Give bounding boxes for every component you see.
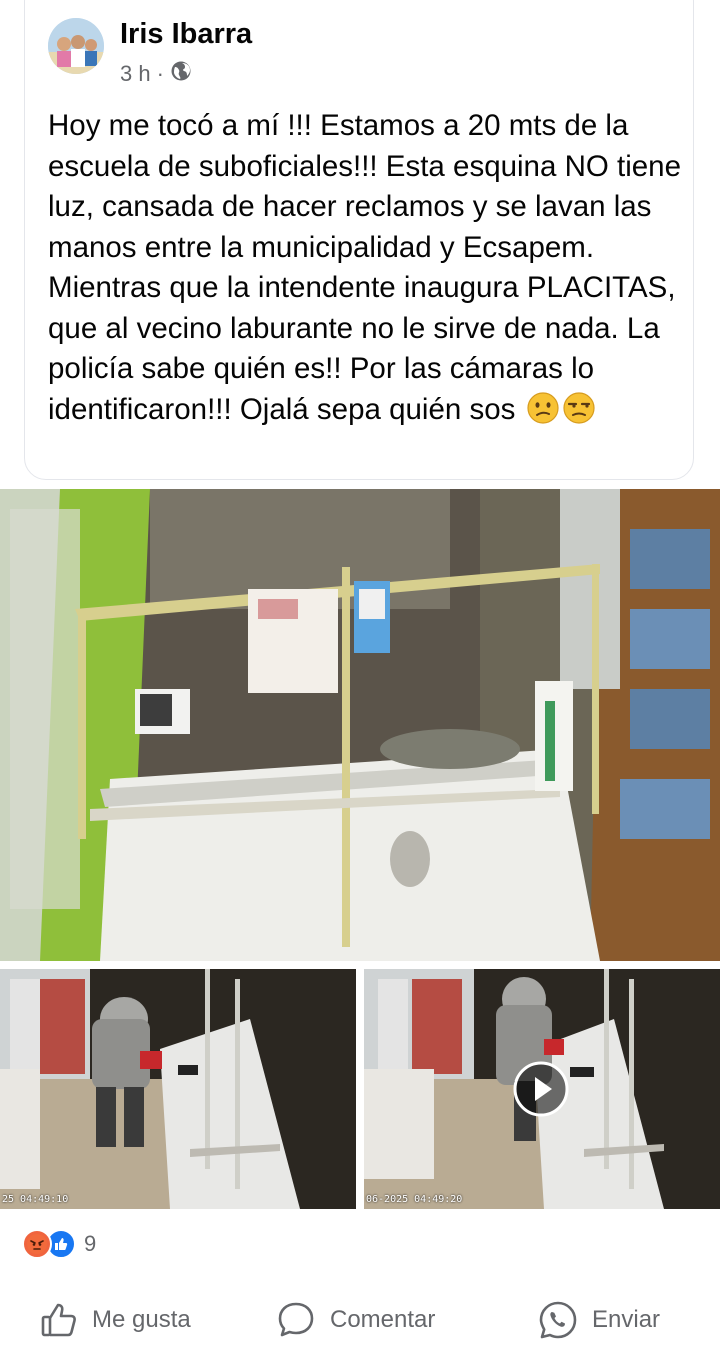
meta-separator: · [156, 61, 164, 86]
angry-reaction-icon [22, 1229, 52, 1259]
post-actions-bar: Me gusta Comentar Enviar [0, 1290, 720, 1350]
like-button[interactable]: Me gusta [40, 1290, 191, 1350]
send-label: Enviar [592, 1306, 661, 1333]
like-label: Me gusta [92, 1306, 191, 1333]
reactions-summary[interactable]: 9 [22, 1226, 96, 1262]
confused-face-emoji [526, 391, 560, 425]
video-timestamp-left: 25 04:49:10 [2, 1194, 69, 1205]
comment-icon [278, 1302, 314, 1337]
thumbs-up-icon [41, 1303, 76, 1337]
comment-button[interactable]: Comentar [276, 1290, 435, 1350]
post-body: Hoy me tocó a mí !!! Estamos a 20 mts de… [48, 109, 681, 426]
whatsapp-icon [539, 1301, 577, 1339]
send-button[interactable]: Enviar [538, 1290, 660, 1350]
video-timestamp-right: 06-2025 04:49:20 [366, 1194, 463, 1205]
post-text: Hoy me tocó a mí !!! Estamos a 20 mts de… [48, 106, 688, 430]
comment-label: Comentar [330, 1306, 436, 1333]
security-video-thumb-left[interactable]: 25 04:49:10 [0, 969, 356, 1209]
author-avatar[interactable] [48, 18, 104, 74]
author-name[interactable]: Iris Ibarra [120, 18, 252, 51]
reaction-count[interactable]: 9 [84, 1231, 96, 1257]
post-time[interactable]: 3 h [120, 61, 151, 87]
globe-icon [170, 60, 192, 88]
play-icon[interactable] [512, 1060, 570, 1118]
security-video-main[interactable] [0, 489, 720, 961]
unamused-face-emoji [562, 391, 596, 425]
post-meta: 3 h · [120, 60, 192, 88]
